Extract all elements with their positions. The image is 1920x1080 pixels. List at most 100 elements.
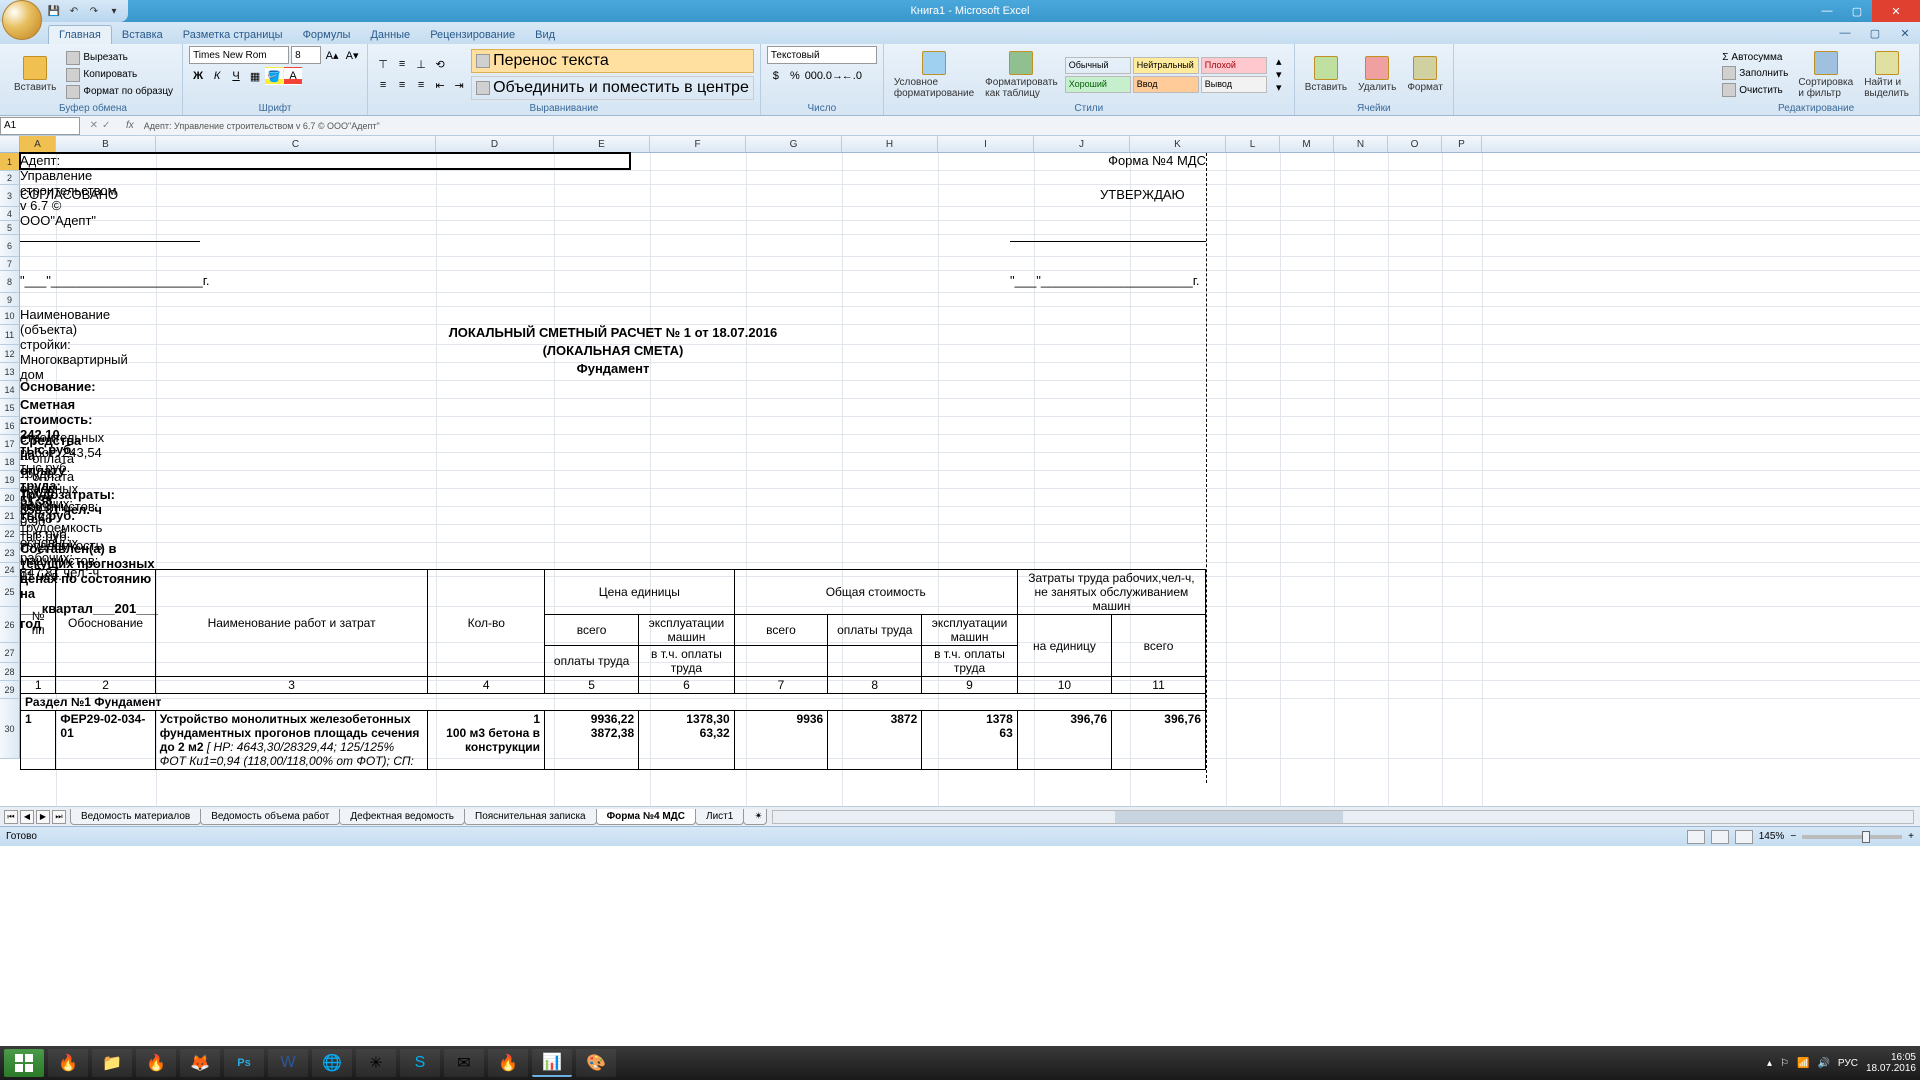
taskbar-app-1[interactable]: 🔥 — [48, 1049, 88, 1077]
view-normal-button[interactable] — [1687, 830, 1705, 844]
zoom-in-button[interactable]: + — [1908, 831, 1914, 842]
sort-filter-button[interactable]: Сортировка и фильтр — [1794, 49, 1857, 101]
qat-customize-icon[interactable]: ▾ — [106, 3, 122, 19]
sheet-tab-defects[interactable]: Дефектная ведомость — [339, 809, 465, 825]
ribbon-close-button[interactable]: ✕ — [1890, 22, 1920, 44]
style-input[interactable]: Ввод — [1133, 76, 1199, 93]
italic-button[interactable]: К — [208, 67, 226, 85]
format-table-button[interactable]: Форматировать как таблицу — [981, 49, 1062, 101]
styles-row-down-icon[interactable]: ▾ — [1272, 69, 1286, 81]
tray-language[interactable]: РУС — [1838, 1058, 1858, 1069]
tab-review[interactable]: Рецензирование — [420, 26, 525, 44]
taskbar-word[interactable]: W — [268, 1049, 308, 1077]
sheet-tab-form4[interactable]: Форма №4 МДС — [596, 809, 696, 825]
row-header-27[interactable]: 27 — [0, 643, 20, 663]
tray-action-center-icon[interactable]: ⚐ — [1780, 1058, 1789, 1069]
comma-button[interactable]: 000 — [805, 67, 823, 85]
sheet-last-button[interactable]: ⏭ — [52, 810, 66, 824]
font-name-combo[interactable]: Times New Rom — [189, 46, 289, 64]
delete-cells-button[interactable]: Удалить — [1354, 54, 1400, 95]
office-button[interactable] — [2, 0, 42, 40]
row-header-10[interactable]: 10 — [0, 307, 20, 325]
tab-view[interactable]: Вид — [525, 26, 565, 44]
tray-volume-icon[interactable]: 🔊 — [1817, 1058, 1829, 1069]
minimize-button[interactable]: — — [1812, 0, 1842, 22]
font-size-combo[interactable]: 8 — [291, 46, 321, 64]
decrease-decimal-button[interactable]: ←.0 — [843, 67, 861, 85]
select-all-corner[interactable] — [0, 136, 20, 152]
conditional-format-button[interactable]: Условное форматирование — [890, 49, 978, 101]
sheet-tab-note[interactable]: Пояснительная записка — [464, 809, 597, 825]
decrease-indent-button[interactable]: ⇤ — [431, 76, 449, 94]
clear-button[interactable]: Очистить — [1719, 82, 1791, 98]
taskbar-firefox[interactable]: 🦊 — [180, 1049, 220, 1077]
row-header-19[interactable]: 19 — [0, 471, 20, 489]
row-header-26[interactable]: 26 — [0, 607, 20, 643]
row-header-17[interactable]: 17 — [0, 435, 20, 453]
styles-row-up-icon[interactable]: ▴ — [1272, 56, 1286, 68]
new-sheet-button[interactable]: ✴ — [743, 809, 767, 825]
row-header-5[interactable]: 5 — [0, 221, 20, 235]
tray-date[interactable]: 18.07.2016 — [1866, 1063, 1916, 1074]
shrink-font-button[interactable]: A▾ — [343, 46, 361, 64]
column-header-A[interactable]: A — [20, 136, 56, 152]
row-header-20[interactable]: 20 — [0, 489, 20, 507]
bold-button[interactable]: Ж — [189, 67, 207, 85]
tray-time[interactable]: 16:05 — [1866, 1052, 1916, 1063]
orientation-button[interactable]: ⟲ — [431, 55, 449, 73]
tab-formulas[interactable]: Формулы — [293, 26, 361, 44]
align-middle-button[interactable]: ≡ — [393, 55, 411, 73]
taskbar-app-4[interactable]: 🔥 — [488, 1049, 528, 1077]
row-header-3[interactable]: 3 — [0, 185, 20, 207]
column-header-G[interactable]: G — [746, 136, 842, 152]
currency-button[interactable]: $ — [767, 67, 785, 85]
sheet-tab-volumes[interactable]: Ведомость объема работ — [200, 809, 340, 825]
column-header-O[interactable]: O — [1388, 136, 1442, 152]
undo-icon[interactable]: ↶ — [66, 3, 82, 19]
start-button[interactable] — [4, 1049, 44, 1077]
taskbar-skype[interactable]: S — [400, 1049, 440, 1077]
taskbar-excel[interactable]: 📊 — [532, 1049, 572, 1077]
zoom-out-button[interactable]: − — [1790, 831, 1796, 842]
align-bottom-button[interactable]: ⊥ — [412, 55, 430, 73]
align-right-button[interactable]: ≡ — [412, 76, 430, 94]
taskbar-app-2[interactable]: 🔥 — [136, 1049, 176, 1077]
align-center-button[interactable]: ≡ — [393, 76, 411, 94]
find-select-button[interactable]: Найти и выделить — [1860, 49, 1913, 101]
ribbon-minimize-button[interactable]: — — [1830, 22, 1860, 44]
row-header-23[interactable]: 23 — [0, 543, 20, 563]
row-header-25[interactable]: 25 — [0, 577, 20, 607]
row-header-6[interactable]: 6 — [0, 235, 20, 257]
sheet-prev-button[interactable]: ◀ — [20, 810, 34, 824]
row-header-4[interactable]: 4 — [0, 207, 20, 221]
row-header-13[interactable]: 13 — [0, 363, 20, 381]
row-header-11[interactable]: 11 — [0, 325, 20, 345]
sheet-next-button[interactable]: ▶ — [36, 810, 50, 824]
percent-button[interactable]: % — [786, 67, 804, 85]
border-button[interactable]: ▦ — [246, 67, 264, 85]
taskbar-app-3[interactable]: ✳ — [356, 1049, 396, 1077]
taskbar-thunderbird[interactable]: ✉ — [444, 1049, 484, 1077]
column-header-I[interactable]: I — [938, 136, 1034, 152]
tray-up-icon[interactable]: ▴ — [1767, 1058, 1772, 1069]
row-header-15[interactable]: 15 — [0, 399, 20, 417]
column-header-B[interactable]: B — [56, 136, 156, 152]
row-header-28[interactable]: 28 — [0, 663, 20, 681]
format-painter-button[interactable]: Формат по образцу — [63, 84, 176, 100]
merge-center-button[interactable]: Объединить и поместить в центре — [471, 76, 754, 100]
autosum-button[interactable]: ΣАвтосумма — [1719, 51, 1791, 64]
row-header-18[interactable]: 18 — [0, 453, 20, 471]
row-header-16[interactable]: 16 — [0, 417, 20, 435]
font-color-button[interactable]: A — [284, 67, 302, 85]
row-header-7[interactable]: 7 — [0, 257, 20, 271]
fill-color-button[interactable]: 🪣 — [265, 67, 283, 85]
fx-icon[interactable]: fx — [120, 120, 140, 131]
increase-decimal-button[interactable]: .0→ — [824, 67, 842, 85]
increase-indent-button[interactable]: ⇥ — [450, 76, 468, 94]
sheet-tab-list1[interactable]: Лист1 — [695, 809, 744, 825]
tray-network-icon[interactable]: 📶 — [1797, 1058, 1809, 1069]
number-format-combo[interactable]: Текстовый — [767, 46, 877, 64]
zoom-thumb[interactable] — [1862, 831, 1870, 843]
column-header-H[interactable]: H — [842, 136, 938, 152]
style-bad[interactable]: Плохой — [1201, 57, 1267, 74]
